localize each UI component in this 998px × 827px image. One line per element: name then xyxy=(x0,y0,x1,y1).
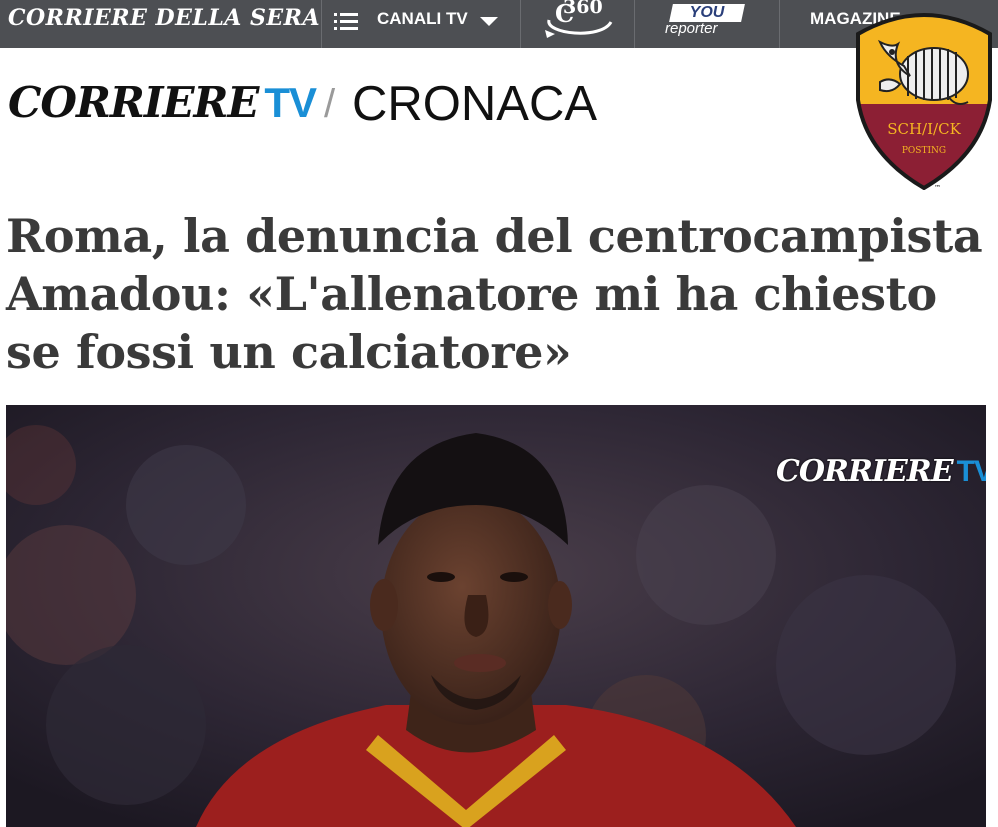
badge-line1: SCH/I/CK xyxy=(887,120,961,138)
breadcrumb-separator: / xyxy=(324,82,336,126)
logo-main-text: CORRIERE xyxy=(8,78,259,127)
chevron-down-icon xyxy=(480,17,498,26)
schick-posting-badge: SCH/I/CK POSTING ™ xyxy=(850,4,998,194)
section-title-cronaca[interactable]: CRONACA xyxy=(352,76,597,132)
video-player[interactable]: CORRIERE TV xyxy=(6,405,986,827)
corriere-tv-watermark: CORRIERE TV xyxy=(776,454,986,489)
badge-line2: POSTING xyxy=(902,146,946,156)
corriere-360-link[interactable]: C 360 xyxy=(521,0,634,48)
reporter-label: reporter xyxy=(665,20,718,37)
menu-icon xyxy=(334,13,358,30)
watermark-main-text: CORRIERE xyxy=(776,454,954,489)
corriere-della-sera-logo[interactable]: CORRIERE DELLA SERA xyxy=(8,5,320,31)
you-reporter-link[interactable]: YOU reporter xyxy=(635,0,779,48)
corriere-tv-logo[interactable]: CORRIERE TV xyxy=(8,78,317,127)
article-headline: Roma, la denuncia del centrocampista Ama… xyxy=(6,209,983,379)
trademark-symbol: ™ xyxy=(934,184,941,192)
c360-label: 360 xyxy=(563,0,603,18)
canali-tv-label: CANALI TV xyxy=(377,9,468,28)
logo-tv-text: TV xyxy=(264,79,317,126)
top-navigation-bar: CORRIERE DELLA SERA CANALI TV C 360 YOU … xyxy=(0,0,998,48)
shield-emblem: SCH/I/CK POSTING xyxy=(856,13,992,191)
watermark-tv-text: TV xyxy=(956,455,986,488)
canali-tv-menu-button[interactable]: CANALI TV xyxy=(322,0,520,48)
